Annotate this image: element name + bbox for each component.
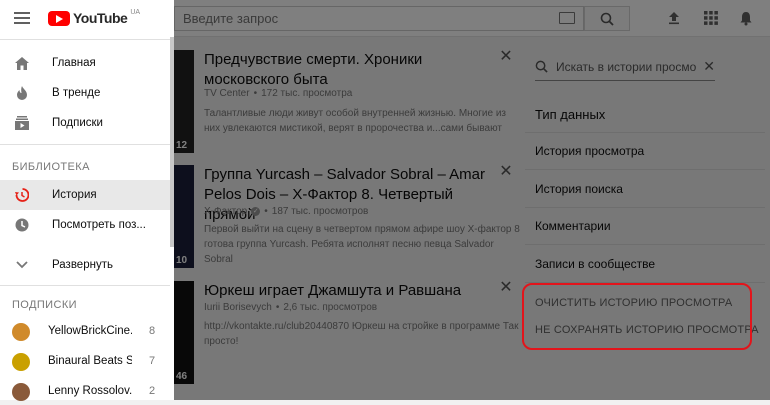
subscription-item[interactable]: Binaural Beats S... 7 [0,349,170,375]
search-input[interactable] [183,11,543,26]
video-duration: 10 [176,255,188,266]
remove-from-history-icon[interactable]: ✕ [499,280,513,296]
video-duration: 12 [176,140,188,151]
data-type-heading: Тип данных [535,107,606,122]
history-video-item[interactable]: 46 Юркеш играет Джамшута и Равшана Iurii… [174,280,519,386]
sidebar-item-trending[interactable]: В тренде [0,78,170,108]
new-videos-count: 7 [149,355,156,367]
sidebar-item-label: История [52,189,97,201]
youtube-play-icon [48,10,70,26]
type-community-posts[interactable]: Записи в сообществе [535,257,755,271]
divider [0,39,170,40]
divider [0,285,170,286]
avatar [12,383,30,401]
type-search-history[interactable]: История поиска [535,182,755,196]
video-thumbnail[interactable]: 10 [174,165,194,268]
sidebar-item-watch-later[interactable]: Посмотреть поз... [0,210,170,240]
divider [525,244,765,245]
video-duration: 46 [176,371,188,382]
video-description: http://vkontakte.ru/club20440870 Юркеш н… [204,321,519,347]
sidebar-item-subscriptions[interactable]: Подписки [0,108,170,138]
apps-icon[interactable] [703,10,719,26]
channel-name[interactable]: Iurii Borisevych [204,302,272,313]
notifications-bell-icon[interactable] [738,10,754,26]
history-icon [14,187,30,203]
view-count: 2,6 тыс. просмотров [283,302,378,313]
history-video-item[interactable]: 12 Предчувствие смерти. Хроники московск… [174,49,519,155]
subscription-name: Binaural Beats S... [48,355,132,367]
history-search-placeholder: Искать в истории просмотра [556,59,696,74]
avatar [12,323,30,341]
menu-icon[interactable] [14,12,30,24]
chevron-down-icon [14,257,30,273]
divider [525,132,765,133]
video-thumbnail[interactable]: 12 [174,50,194,153]
sidebar-drawer: YouTube UA Главная В тренде Подписки БИБ… [0,0,174,401]
sidebar-item-label: Посмотреть поз... [52,219,146,231]
highlight-annotation [522,283,752,350]
sidebar-item-home[interactable]: Главная [0,48,170,78]
new-videos-count: 8 [149,325,156,337]
channel-name[interactable]: Х-Фактор [204,206,247,217]
type-watch-history[interactable]: История просмотра [535,144,755,158]
verified-check-icon: ✓ [251,207,261,216]
library-heading: БИБЛИОТЕКА [12,161,90,173]
clock-icon [14,217,30,233]
remove-from-history-icon[interactable]: ✕ [499,49,513,65]
divider [525,207,765,208]
video-meta: Iurii Borisevych • 2,6 тыс. просмотров [204,302,378,313]
subscriptions-heading: ПОДПИСКИ [12,299,77,311]
subscription-name: Lenny Rossolov... [48,385,132,397]
video-meta: TV Center • 172 тыс. просмотра [204,88,353,99]
drawer-header: YouTube UA [0,0,174,37]
video-title[interactable]: Юркеш играет Джамшута и Равшана [204,281,494,301]
search-button[interactable] [584,6,630,31]
remove-from-history-icon[interactable]: ✕ [499,164,513,180]
subscription-item[interactable]: YellowBrickCine... 8 [0,319,170,345]
sidebar-item-label: В тренде [52,87,101,99]
video-description: Первой выйти на сцену в четвертом прямом… [204,224,520,265]
logo-region: UA [130,8,141,16]
history-video-item[interactable]: 10 Группа Yurcash – Salvador Sobral – Am… [174,164,520,270]
subscription-item[interactable]: Lenny Rossolov... 2 [0,379,170,405]
divider [0,144,170,145]
sidebar-item-label: Развернуть [52,259,113,271]
video-title[interactable]: Предчувствие смерти. Хроники московского… [204,50,494,90]
type-comments[interactable]: Комментарии [535,219,755,233]
search-icon [535,60,548,73]
flame-icon [14,85,30,101]
clear-search-icon[interactable]: ✕ [703,58,715,75]
video-meta: Х-Фактор ✓ • 187 тыс. просмотров [204,206,369,217]
sidebar-item-label: Главная [52,57,96,69]
sidebar-scrollbar[interactable] [170,37,174,247]
subscriptions-icon [14,115,30,131]
search-box[interactable] [174,6,584,31]
view-count: 187 тыс. просмотров [271,206,369,217]
divider [525,169,765,170]
avatar [12,353,30,371]
upload-icon[interactable] [666,10,682,26]
sidebar-item-history[interactable]: История [0,180,170,210]
subscription-name: YellowBrickCine... [48,325,132,337]
video-description: Талантливые люди живут особой внутренней… [204,108,507,134]
sidebar-item-show-more[interactable]: Развернуть [0,250,170,280]
sidebar-item-label: Подписки [52,117,103,129]
logo-text: YouTube [73,10,128,26]
home-icon [14,55,30,71]
youtube-logo[interactable]: YouTube UA [48,8,141,26]
search-icon [600,12,614,26]
channel-name[interactable]: TV Center [204,88,250,99]
new-videos-count: 2 [149,385,156,397]
history-search-field[interactable]: Искать в истории просмотра ✕ [535,53,715,81]
keyboard-icon[interactable] [559,12,575,24]
video-thumbnail[interactable]: 46 [174,281,194,384]
view-count: 172 тыс. просмотра [261,88,353,99]
